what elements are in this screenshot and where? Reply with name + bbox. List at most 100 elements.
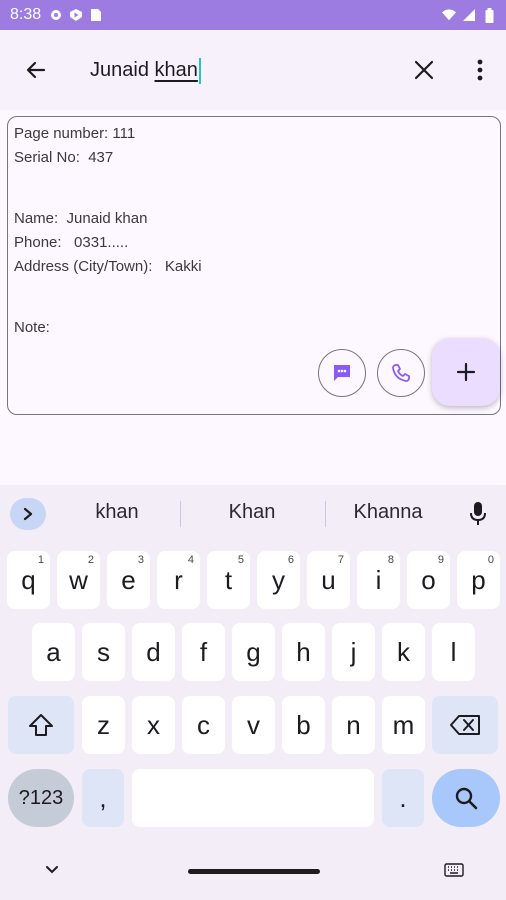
search-input[interactable]: Junaid khan: [90, 54, 201, 86]
key-b[interactable]: b: [282, 696, 325, 754]
chevron-right-icon: [23, 507, 33, 521]
key-q[interactable]: q1: [7, 551, 50, 609]
symbols-key[interactable]: ?123: [8, 769, 74, 827]
backspace-icon: [450, 715, 480, 735]
wifi-icon: [442, 8, 456, 22]
key-label: h: [296, 636, 311, 667]
search-icon: [455, 787, 478, 810]
key-u[interactable]: u7: [307, 551, 350, 609]
plus-icon: [456, 362, 476, 382]
key-l[interactable]: l: [432, 623, 475, 681]
key-k[interactable]: k: [382, 623, 425, 681]
key-o[interactable]: o9: [407, 551, 450, 609]
key-label: r: [174, 564, 183, 595]
backspace-key[interactable]: [432, 696, 498, 754]
key-label: z: [97, 709, 110, 740]
note-text: Note:: [14, 319, 50, 336]
text-cursor: [198, 57, 201, 84]
suggestion-divider: [325, 501, 326, 527]
key-w[interactable]: w2: [57, 551, 100, 609]
key-label: p: [471, 564, 486, 595]
key-label: a: [46, 636, 61, 667]
key-a[interactable]: a: [32, 623, 75, 681]
message-icon: [334, 365, 350, 381]
play-protect-icon: [69, 8, 83, 22]
key-hint: 3: [137, 554, 144, 566]
key-c[interactable]: c: [182, 696, 225, 754]
more-vert-icon: [477, 59, 483, 81]
name-text: Name: Junaid khan: [14, 210, 148, 227]
key-label: c: [197, 709, 210, 740]
period-key[interactable]: .: [382, 769, 424, 827]
key-x[interactable]: x: [132, 696, 175, 754]
space-key[interactable]: [132, 769, 374, 827]
gear-icon: [49, 8, 63, 22]
key-d[interactable]: d: [132, 623, 175, 681]
key-z[interactable]: z: [82, 696, 125, 754]
hide-keyboard-button[interactable]: [44, 863, 60, 881]
comma-key[interactable]: ,: [82, 769, 124, 827]
suggestion-2[interactable]: Khan: [197, 501, 307, 524]
key-g[interactable]: g: [232, 623, 275, 681]
signal-icon: [462, 8, 476, 22]
key-hint: 0: [487, 554, 494, 566]
expand-toolbar-button[interactable]: [10, 498, 46, 530]
contact-card[interactable]: Page number: 111 Serial No: 437 Name: Ju…: [7, 116, 501, 415]
key-i[interactable]: i8: [357, 551, 400, 609]
search-query-text: Junaid: [90, 59, 155, 81]
key-label: s: [97, 636, 110, 667]
key-t[interactable]: t5: [207, 551, 250, 609]
key-y[interactable]: y6: [257, 551, 300, 609]
key-hint: 1: [37, 554, 44, 566]
key-n[interactable]: n: [332, 696, 375, 754]
suggestion-divider: [180, 501, 181, 527]
key-label: q: [21, 564, 36, 595]
shift-key[interactable]: [8, 696, 74, 754]
mic-button[interactable]: [466, 500, 490, 528]
keyboard-icon: [444, 863, 464, 877]
key-label: k: [397, 636, 410, 667]
arrow-back-icon: [26, 61, 46, 79]
key-label: u: [321, 564, 336, 595]
mic-icon: [470, 502, 486, 525]
message-button[interactable]: [318, 349, 366, 397]
key-label: y: [272, 564, 285, 595]
serial-no-text: Serial No: 437: [14, 149, 114, 166]
key-hint: 7: [337, 554, 344, 566]
key-label: i: [375, 564, 382, 595]
key-p[interactable]: p0: [457, 551, 500, 609]
key-label: f: [199, 636, 208, 667]
key-e[interactable]: e3: [107, 551, 150, 609]
key-label: b: [296, 709, 311, 740]
more-options-button[interactable]: [462, 50, 498, 90]
key-m[interactable]: m: [382, 696, 425, 754]
navigation-bar: [0, 855, 506, 900]
key-label: m: [392, 709, 415, 740]
call-button[interactable]: [377, 349, 425, 397]
search-query-composing: khan: [154, 59, 198, 81]
key-label: e: [121, 564, 136, 595]
back-button[interactable]: [16, 50, 56, 90]
phone-text: Phone: 0331.....: [14, 234, 129, 251]
sim-card-icon: [89, 8, 103, 22]
clear-search-button[interactable]: [404, 50, 444, 90]
switch-keyboard-button[interactable]: [444, 863, 464, 882]
key-j[interactable]: j: [332, 623, 375, 681]
suggestion-3[interactable]: Khanna: [333, 501, 443, 524]
key-v[interactable]: v: [232, 696, 275, 754]
suggestion-1[interactable]: khan: [62, 501, 172, 524]
key-r[interactable]: r4: [157, 551, 200, 609]
soft-keyboard: khan Khan Khanna ?123 , . q1w2e3r4t5y6u7…: [0, 485, 506, 900]
key-f[interactable]: f: [182, 623, 225, 681]
key-hint: 2: [87, 554, 94, 566]
add-fab-button[interactable]: [432, 338, 500, 406]
key-s[interactable]: s: [82, 623, 125, 681]
home-gesture-bar[interactable]: [188, 869, 320, 874]
search-key[interactable]: [432, 769, 500, 827]
phone-icon: [392, 364, 410, 382]
key-h[interactable]: h: [282, 623, 325, 681]
key-hint: 4: [187, 554, 194, 566]
key-label: x: [147, 709, 160, 740]
chevron-down-icon: [46, 866, 58, 874]
key-hint: 5: [237, 554, 244, 566]
